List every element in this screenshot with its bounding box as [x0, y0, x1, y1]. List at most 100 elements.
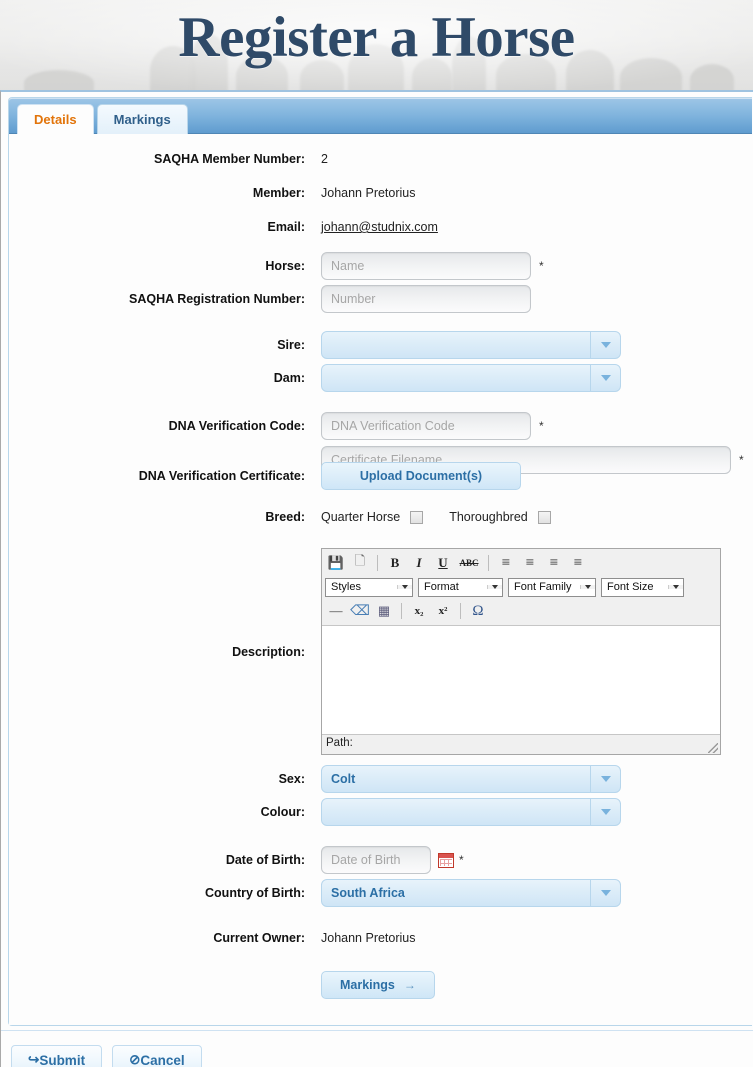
registration-number-input[interactable] [321, 285, 531, 313]
label-current-owner: Current Owner: [213, 931, 305, 945]
label-member: Member: [252, 186, 305, 200]
insert-table-icon[interactable]: ▦ [373, 601, 395, 622]
field-row-description: Description: 💾 🗋 B I U ABC ≡ ≡ ≡ ≡ Style… [9, 548, 752, 755]
chevron-down-icon[interactable] [487, 585, 502, 589]
description-editor-body[interactable] [322, 626, 720, 734]
subscript-icon[interactable]: x₂ [408, 601, 430, 622]
submit-button[interactable]: ↪ Submit [11, 1045, 103, 1067]
font-family-select-value: Font Family [514, 581, 572, 593]
styles-select[interactable]: Styles [325, 577, 413, 597]
bold-icon[interactable]: B [384, 553, 406, 574]
field-row-date-of-birth: Date of Birth: * [9, 846, 752, 874]
content-panel: Details Markings SAQHA Member Number: 2 … [8, 97, 752, 1026]
tab-markings[interactable]: Markings [96, 104, 188, 134]
chevron-down-icon[interactable] [580, 585, 595, 589]
chevron-down-icon[interactable] [590, 880, 620, 906]
dam-select[interactable] [321, 364, 621, 392]
font-family-select[interactable]: Font Family [508, 577, 596, 597]
field-row-current-owner: Current Owner: Johann Pretorius [9, 927, 752, 949]
breed-checkbox-quarter-horse[interactable] [410, 510, 424, 524]
horse-required-marker: * [539, 259, 544, 273]
cancel-button[interactable]: ⊘ Cancel [112, 1045, 202, 1067]
value-member-number: 2 [321, 152, 328, 166]
dna-verification-code-input[interactable] [321, 412, 531, 440]
field-row-sire: Sire: [9, 331, 752, 359]
email-link[interactable]: johann@studnix.com [321, 220, 438, 234]
new-document-icon[interactable]: 🗋 [349, 553, 371, 574]
markings-next-button[interactable]: Markings → [321, 971, 435, 999]
toolbar-separator [401, 603, 402, 619]
page-banner: Register a Horse [0, 0, 753, 90]
page-body: Details Markings SAQHA Member Number: 2 … [0, 90, 753, 1067]
format-select[interactable]: Format [418, 577, 503, 597]
align-right-icon[interactable]: ≡ [543, 553, 565, 574]
label-dna-certificate: DNA Verification Certificate: [138, 469, 305, 483]
sire-select[interactable] [321, 331, 621, 359]
label-horse: Horse: [265, 259, 305, 273]
underline-icon[interactable]: U [432, 553, 454, 574]
tab-details[interactable]: Details [17, 104, 94, 134]
colour-select[interactable] [321, 798, 621, 826]
label-sire: Sire: [277, 338, 305, 352]
align-left-icon[interactable]: ≡ [495, 553, 517, 574]
label-registration-number: SAQHA Registration Number: [129, 292, 305, 306]
sex-select[interactable]: Colt [321, 765, 621, 793]
field-row-dna-code: DNA Verification Code: * [9, 412, 752, 440]
field-row-breed: Breed: Quarter Horse Thoroughbred [9, 506, 752, 528]
horizontal-rule-icon[interactable]: — [325, 601, 347, 622]
label-colour: Colour: [260, 805, 305, 819]
align-justify-icon[interactable]: ≡ [567, 553, 589, 574]
align-center-icon[interactable]: ≡ [519, 553, 541, 574]
breed-checkbox-thoroughbred[interactable] [537, 510, 551, 524]
field-row-dna-certificate-upload: DNA Verification Certificate: Upload Doc… [9, 462, 752, 490]
toolbar-separator [377, 555, 378, 571]
chevron-down-icon[interactable] [590, 332, 620, 358]
horse-name-input[interactable] [321, 252, 531, 280]
field-row-email: Email: johann@studnix.com [9, 216, 752, 238]
label-country-of-birth: Country of Birth: [205, 886, 305, 900]
calendar-icon[interactable] [438, 852, 454, 868]
chevron-down-icon[interactable] [668, 585, 683, 589]
cancel-icon: ⊘ [129, 1052, 141, 1067]
label-breed: Breed: [265, 510, 305, 524]
sex-select-value: Colt [331, 772, 356, 786]
toolbar-separator [460, 603, 461, 619]
colour-select-value [322, 799, 590, 825]
remove-format-icon[interactable]: ⌫ [349, 601, 371, 622]
label-dam: Dam: [273, 371, 305, 385]
field-row-country-of-birth: Country of Birth: South Africa [9, 879, 752, 907]
font-size-select[interactable]: Font Size [601, 577, 684, 597]
chevron-down-icon[interactable] [590, 766, 620, 792]
save-icon[interactable]: 💾 [325, 553, 347, 574]
special-character-icon[interactable]: Ω [467, 601, 489, 622]
toolbar-separator [488, 555, 489, 571]
submit-button-label: Submit [39, 1052, 86, 1067]
field-row-horse: Horse: * [9, 252, 752, 280]
value-current-owner: Johann Pretorius [321, 931, 416, 945]
superscript-icon[interactable]: x² [432, 601, 454, 622]
label-member-number: SAQHA Member Number: [154, 152, 305, 166]
dob-required-marker: * [459, 853, 464, 867]
registration-form: SAQHA Member Number: 2 Member: Johann Pr… [9, 134, 752, 1025]
editor-toolbar-row-2: Styles Format Font Family Font Size [325, 575, 717, 599]
footer-actions: ↪ Submit ⊘ Cancel [1, 1031, 753, 1067]
chevron-down-icon[interactable] [590, 799, 620, 825]
date-of-birth-input[interactable] [321, 846, 431, 874]
value-member: Johann Pretorius [321, 186, 416, 200]
field-row-colour: Colour: [9, 798, 752, 826]
strikethrough-icon[interactable]: ABC [456, 553, 482, 574]
breed-option-label-thoroughbred: Thoroughbred [449, 510, 528, 524]
chevron-down-icon[interactable] [590, 365, 620, 391]
country-of-birth-select[interactable]: South Africa [321, 879, 621, 907]
description-rich-text-editor[interactable]: 💾 🗋 B I U ABC ≡ ≡ ≡ ≡ Styles Format Font… [321, 548, 721, 755]
italic-icon[interactable]: I [408, 553, 430, 574]
resize-grip-icon[interactable] [708, 743, 718, 753]
editor-toolbar-row-3: — ⌫ ▦ x₂ x² Ω [325, 599, 717, 623]
upload-documents-button[interactable]: Upload Document(s) [321, 462, 521, 490]
format-select-value: Format [424, 581, 459, 593]
font-size-select-value: Font Size [607, 581, 654, 593]
country-of-birth-select-value: South Africa [331, 886, 405, 900]
field-row-registration-number: SAQHA Registration Number: [9, 285, 752, 313]
chevron-down-icon[interactable] [397, 585, 412, 589]
markings-next-button-label: Markings [340, 978, 395, 992]
